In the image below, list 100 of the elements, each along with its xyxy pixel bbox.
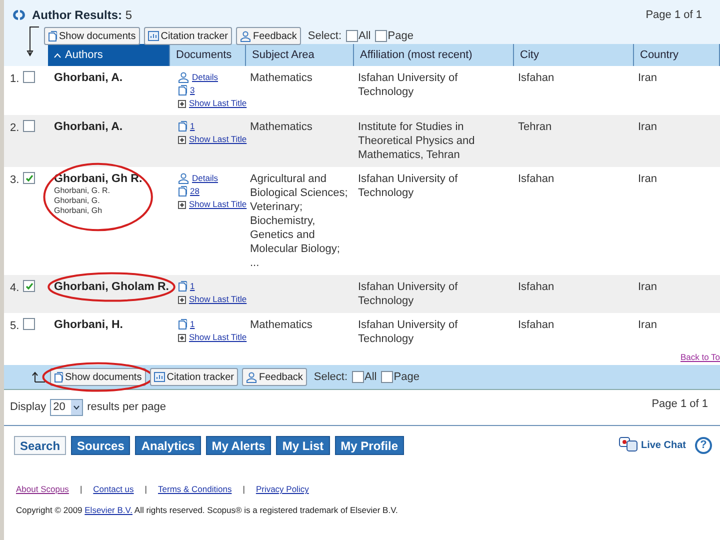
row-number: 5. [10, 319, 20, 334]
author-name[interactable]: Ghorbani, H. [54, 318, 123, 332]
chat-icon [618, 437, 639, 453]
live-chat-link[interactable]: Live Chat [640, 438, 686, 452]
person-icon [178, 173, 189, 184]
document-icon [178, 186, 187, 197]
document-link[interactable]: Show Last Title [189, 133, 247, 146]
city: Isfahan [518, 72, 554, 84]
checkbox[interactable] [23, 120, 36, 132]
checkbox-label: All [364, 370, 377, 385]
column-header[interactable]: Affiliation (most recent) [354, 44, 514, 66]
toolbar-button[interactable]: Feedback [236, 27, 301, 45]
country: Iran [638, 281, 657, 293]
document-icon [178, 121, 187, 132]
affiliation: Isfahan University of Technology [358, 281, 458, 307]
expand-icon [178, 334, 186, 342]
author-name[interactable]: Ghorbani, Gh R. [54, 172, 142, 186]
arrow-down-icon [26, 24, 40, 58]
document-link[interactable]: 28 [190, 185, 200, 198]
display-label: Display [10, 400, 46, 416]
expand-icon [178, 100, 186, 108]
select-label: Select: [308, 28, 342, 44]
column-header[interactable]: City [514, 44, 634, 66]
footer-link[interactable]: About Scopus [16, 483, 69, 496]
nav-tab[interactable]: My Alerts [206, 436, 272, 454]
document-link[interactable]: Details [192, 71, 218, 84]
checkbox[interactable] [346, 30, 358, 42]
column-header[interactable]: Subject Area [246, 44, 354, 66]
nav-tab[interactable]: Sources [71, 436, 130, 454]
document-link[interactable]: Details [192, 172, 218, 185]
separator: | [144, 483, 148, 496]
document-link[interactable]: 1 [190, 120, 195, 133]
checkbox[interactable] [23, 172, 36, 184]
affiliation: Institute for Studies in Theoretical Physics and Mathematics, Tehran [358, 121, 475, 161]
nav-tab[interactable]: My List [276, 436, 330, 454]
checkbox[interactable] [380, 371, 393, 383]
nav-tab[interactable]: Search [14, 436, 66, 454]
separator: | [242, 483, 246, 496]
person-icon [246, 372, 257, 382]
checkbox-label: Page [394, 370, 420, 385]
document-link[interactable]: 1 [190, 318, 195, 331]
toolbar-button[interactable]: Feedback [242, 368, 307, 386]
toolbar-button[interactable]: Show documents [50, 368, 146, 386]
checkbox[interactable] [23, 71, 36, 83]
page-indicator: Page 1 of 1 [646, 8, 702, 23]
arrow-up-icon [32, 370, 46, 384]
document-link[interactable]: Show Last Title [189, 97, 247, 110]
checkbox[interactable] [352, 371, 364, 383]
toolbar-button[interactable]: Citation tracker [144, 27, 232, 45]
city: Tehran [518, 121, 552, 133]
toolbar-button[interactable]: Citation tracker [150, 368, 238, 386]
country: Iran [638, 72, 657, 84]
row-number: 4. [10, 281, 20, 296]
nav-tab[interactable]: Analytics [135, 436, 201, 454]
results-dropdown[interactable]: 20 [50, 399, 84, 416]
column-header[interactable]: Authors [48, 44, 170, 66]
row-number: 3. [10, 173, 20, 188]
affiliation: Isfahan University of Technology [358, 319, 458, 345]
elsevier-link[interactable]: Elsevier B.V. [84, 504, 133, 515]
document-icon [178, 319, 187, 330]
city: Isfahan [518, 281, 554, 293]
nav-tab[interactable]: My Profile [334, 436, 404, 454]
subject-area: Mathematics [250, 319, 312, 331]
affiliation: Isfahan University of Technology [358, 72, 458, 98]
footer-link[interactable]: Contact us [93, 483, 134, 496]
person-icon [240, 30, 251, 42]
city: Isfahan [518, 319, 554, 331]
checkbox[interactable] [23, 318, 36, 330]
copyright-text: Copyright © 2009 Elsevier B.V. All rights reserved. Scopus® is a registered trademark of Elsevier B.V. [15, 504, 399, 516]
city: Isfahan [518, 173, 554, 185]
author-name[interactable]: Ghorbani, A. [54, 120, 123, 134]
checkbox[interactable] [23, 280, 36, 292]
checkbox[interactable] [374, 30, 387, 42]
page-indicator: Page 1 of 1 [652, 397, 708, 412]
row-number: 1. [10, 72, 20, 87]
footer-link[interactable]: Terms & Conditions [158, 483, 232, 496]
country: Iran [638, 319, 657, 331]
chart-icon [148, 31, 159, 41]
column-header[interactable]: Documents [170, 44, 246, 66]
footer-link[interactable]: Privacy Policy [256, 483, 309, 496]
document-icon [178, 85, 187, 96]
country: Iran [638, 121, 657, 133]
toolbar-button[interactable]: Show documents [44, 27, 140, 45]
row-number: 2. [10, 121, 20, 136]
back-to-top-link[interactable]: Back to To [680, 351, 720, 365]
column-header[interactable]: Country [634, 44, 720, 66]
document-link[interactable]: 3 [190, 84, 195, 97]
help-button[interactable]: ? [695, 436, 712, 454]
document-link[interactable]: Show Last Title [189, 198, 247, 211]
subject-area: Agricultural and Biological Sciences; Veterinary; Biochemistry, Genetics and Molecular Biology; ... [250, 173, 348, 269]
author-name[interactable]: Ghorbani, A. [54, 71, 123, 85]
subject-area: Mathematics [250, 121, 312, 133]
name-variant: Ghorbani, G. [54, 196, 101, 206]
chart-icon [154, 372, 165, 382]
name-variant: Ghorbani, G. R. [54, 186, 112, 196]
name-variant: Ghorbani, Gh [54, 206, 104, 216]
document-link[interactable]: 1 [190, 280, 195, 293]
expand-icon [178, 136, 186, 144]
document-link[interactable]: Show Last Title [189, 293, 247, 306]
document-link[interactable]: Show Last Title [189, 331, 247, 344]
